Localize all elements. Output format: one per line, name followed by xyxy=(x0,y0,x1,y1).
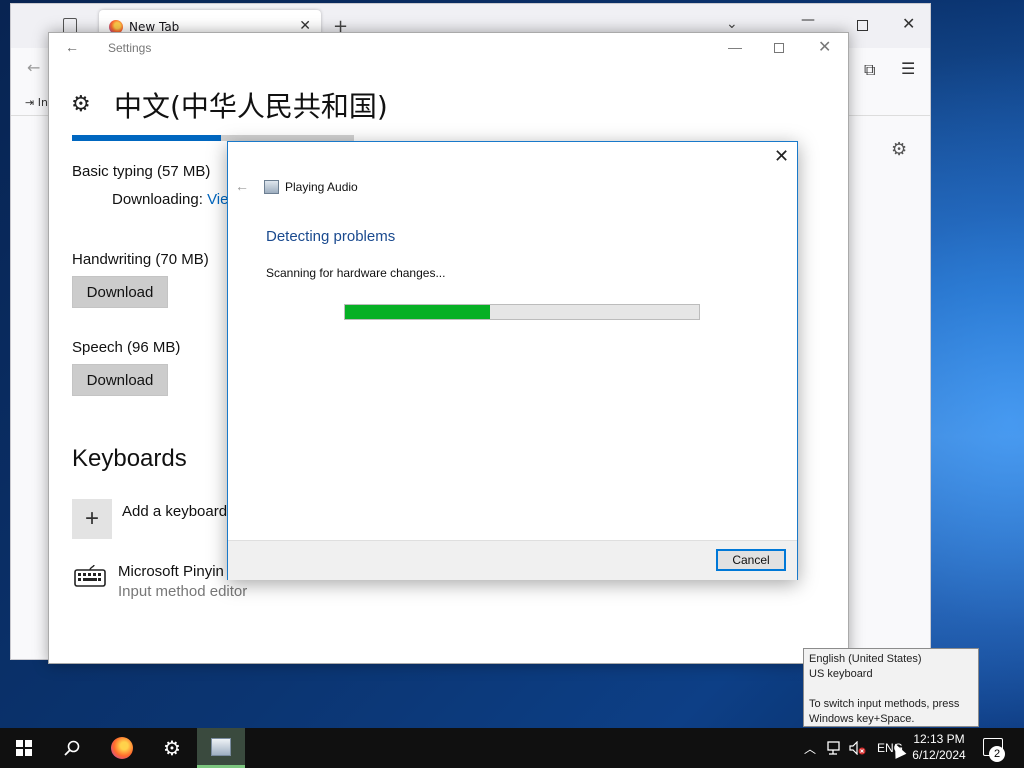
back-arrow-icon[interactable]: ← xyxy=(235,178,249,194)
progress-fill xyxy=(345,305,491,319)
handwriting-download-button[interactable]: Download xyxy=(72,276,168,308)
gear-icon[interactable]: ⚙ xyxy=(891,139,907,160)
handwriting-label: Handwriting (70 MB) xyxy=(72,251,209,268)
add-keyboard-label[interactable]: Add a keyboard xyxy=(122,503,227,520)
page-title: 中文(中华人民共和国) xyxy=(114,90,388,123)
windows-logo-icon xyxy=(16,740,32,756)
dialog-app-title: Playing Audio xyxy=(285,180,358,194)
clock-time: 12:13 PM xyxy=(913,732,965,746)
troubleshooter-icon xyxy=(211,737,231,756)
troubleshooter-taskbar-button[interactable] xyxy=(197,728,245,768)
status-message: Scanning for hardware changes... xyxy=(266,266,446,280)
extensions-icon[interactable]: ⧉ xyxy=(864,60,875,80)
add-keyboard-plus-icon[interactable]: + xyxy=(72,499,112,539)
tooltip-hint-line1: To switch input methods, press xyxy=(809,698,960,710)
back-arrow-icon[interactable]: ← xyxy=(27,58,40,77)
status-title: Detecting problems xyxy=(266,228,396,245)
gear-icon: ⚙ xyxy=(71,91,91,116)
keyboards-heading: Keyboards xyxy=(72,445,187,472)
hamburger-menu-icon[interactable]: ☰ xyxy=(901,59,915,78)
maximize-icon[interactable] xyxy=(774,43,784,53)
close-icon[interactable]: ✕ xyxy=(818,37,831,57)
tooltip-keyboard: US keyboard xyxy=(809,668,873,680)
bookmark-import[interactable]: ⇥ In xyxy=(25,96,48,109)
cancel-button[interactable]: Cancel xyxy=(716,549,786,571)
taskbar: ⚙ ︿ ENG 12:13 PM 6/12/2024 2 xyxy=(0,728,1024,768)
basic-typing-label: Basic typing (57 MB) xyxy=(72,163,211,180)
dialog-footer: Cancel xyxy=(228,540,797,580)
speech-download-button[interactable]: Download xyxy=(72,364,168,396)
firefox-icon xyxy=(111,737,133,759)
view-progress-link[interactable]: Vie xyxy=(207,191,228,208)
input-method-tooltip: English (United States) US keyboard To s… xyxy=(803,648,979,727)
search-icon[interactable] xyxy=(48,728,96,768)
clock-date: 6/12/2024 xyxy=(912,748,966,762)
firefox-taskbar-button[interactable] xyxy=(98,728,146,768)
volume-muted-icon[interactable] xyxy=(849,728,867,768)
speech-label: Speech (96 MB) xyxy=(72,339,181,356)
minimize-icon[interactable]: — xyxy=(801,12,815,28)
notification-count-badge: 2 xyxy=(989,746,1005,762)
settings-taskbar-button[interactable]: ⚙ xyxy=(148,728,196,768)
system-clock[interactable]: 12:13 PM 6/12/2024 xyxy=(905,731,973,763)
tooltip-hint-line2: Windows key+Space. xyxy=(809,713,915,725)
back-arrow-icon[interactable]: ← xyxy=(65,39,79,55)
troubleshooter-dialog: ✕ ← Playing Audio Detecting problems Sca… xyxy=(227,141,798,580)
basic-typing-status: Downloading: Vie xyxy=(112,191,229,208)
progress-fill xyxy=(72,135,222,141)
detection-progress-bar xyxy=(344,304,700,320)
window-title: Settings xyxy=(108,41,152,55)
close-icon[interactable]: ✕ xyxy=(774,146,789,167)
keyboard-icon xyxy=(74,565,106,587)
network-icon[interactable] xyxy=(827,728,843,768)
gear-icon: ⚙ xyxy=(163,737,181,760)
tooltip-language: English (United States) xyxy=(809,653,922,665)
status-prefix: Downloading: xyxy=(112,191,203,208)
close-icon[interactable]: ✕ xyxy=(902,14,915,33)
chevron-down-icon[interactable]: ⌄ xyxy=(726,16,738,32)
minimize-icon[interactable]: — xyxy=(728,39,742,55)
keyboard-item-description: Input method editor xyxy=(118,583,248,600)
keyboard-item-name[interactable]: Microsoft Pinyin xyxy=(118,563,224,580)
troubleshooter-icon xyxy=(264,180,279,194)
maximize-icon[interactable] xyxy=(857,20,868,31)
chevron-up-icon[interactable]: ︿ xyxy=(804,728,816,768)
start-button[interactable] xyxy=(0,728,48,768)
